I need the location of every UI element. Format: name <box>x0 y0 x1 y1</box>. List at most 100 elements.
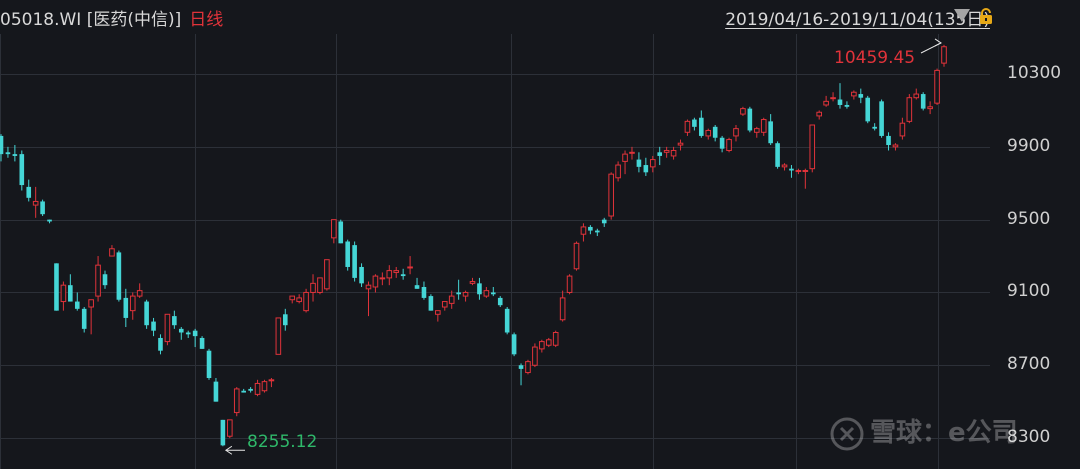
low-price-label: 8255.12 <box>247 432 318 452</box>
candlestick-chart[interactable] <box>0 0 1080 469</box>
candle-body-up <box>809 124 816 170</box>
candle-body-down <box>872 126 877 129</box>
candle-body-up <box>552 331 559 346</box>
candle-body-up <box>441 301 448 308</box>
candle-body-down <box>504 308 510 333</box>
lock-icon[interactable] <box>978 8 994 24</box>
candle-body-down <box>477 283 482 295</box>
candle-body-down <box>400 274 406 277</box>
candle-body-up <box>310 282 316 293</box>
candle-body-up <box>580 226 587 235</box>
dropdown-triangle-icon[interactable] <box>954 9 970 22</box>
candle-body-up <box>386 270 393 279</box>
candle-body-up <box>753 128 760 133</box>
candle-body-down <box>68 285 73 302</box>
candle-body-down <box>886 135 891 146</box>
candle-body-up <box>566 275 573 293</box>
candle-body-up <box>559 297 566 321</box>
candle-body-up <box>129 295 136 312</box>
candle-body-down <box>206 350 212 378</box>
candle-body-up <box>275 317 282 355</box>
candle-body-down <box>47 219 52 222</box>
candle-body-up <box>573 242 580 270</box>
candle-body-up <box>851 91 857 97</box>
candle-body-up <box>830 97 836 100</box>
candle-body-down <box>178 328 184 333</box>
candle-body-up <box>289 295 296 301</box>
candle-body-up <box>705 129 712 137</box>
candle-body-up <box>136 290 143 297</box>
timeframe-label[interactable]: 日线 <box>189 10 223 30</box>
candle-body-down <box>844 104 850 107</box>
candle-body-down <box>692 119 697 127</box>
candle-body-down <box>282 314 288 326</box>
candle-body-up <box>317 277 323 293</box>
candle-body-down <box>248 388 253 391</box>
candle-body-up <box>303 291 309 312</box>
candle-body-down <box>428 296 434 311</box>
candle-body-up <box>95 264 101 297</box>
y-tick-label: 9100 <box>1007 281 1051 302</box>
candle-body-down <box>352 245 357 278</box>
candle-body-up <box>60 284 67 303</box>
candle-body-up <box>331 219 337 239</box>
candle-body-down <box>81 308 87 329</box>
candle-body-down <box>657 152 663 156</box>
candle-body-down <box>920 94 926 109</box>
candle-body-down <box>74 301 80 309</box>
candle-body-up <box>629 151 635 154</box>
candle-body-up <box>823 100 829 106</box>
candle-body-up <box>795 170 802 173</box>
candle-body-down <box>456 292 461 295</box>
candle-body-up <box>227 419 233 437</box>
candle-body-down <box>0 135 4 155</box>
candle-body-up <box>663 149 670 153</box>
candle-body-up <box>892 144 899 148</box>
candle-body-down <box>775 143 780 167</box>
candle-body-down <box>199 337 205 349</box>
candle-body-up <box>733 128 739 137</box>
candle-body-down <box>213 381 219 402</box>
instrument-code-name: 05018.WI [医药(中信)] <box>0 10 182 30</box>
candle-body-up <box>261 381 268 392</box>
candle-body-up <box>941 46 947 64</box>
candle-body-down <box>837 99 843 105</box>
candle-body-down <box>158 337 163 351</box>
candle-body-up <box>393 270 400 273</box>
candle-body-up <box>934 69 940 104</box>
candle-body-up <box>532 346 538 366</box>
watermark: 雪球：e公司 <box>830 412 1060 452</box>
candle-body-down <box>421 286 427 298</box>
candle-body-down <box>19 154 25 186</box>
candle-body-up <box>469 281 476 284</box>
date-range-label[interactable]: 2019/04/16-2019/11/04(135日) <box>725 5 990 30</box>
y-tick-label: 8700 <box>1007 354 1051 375</box>
candle-body-down <box>241 390 246 393</box>
candle-body-down <box>54 263 59 311</box>
candle-body-up <box>684 120 691 133</box>
y-tick-label: 10300 <box>1007 63 1062 84</box>
candle-body-up <box>448 295 455 304</box>
candle-body-down <box>192 330 198 337</box>
candle-body-down <box>26 186 32 198</box>
candle-body-down <box>40 201 45 215</box>
candle-body-up <box>677 142 684 146</box>
candle-body-down <box>595 230 600 233</box>
candle-body-up <box>372 275 379 288</box>
candle-body-down <box>636 159 642 167</box>
candle-body-down <box>123 297 129 318</box>
candle-body-down <box>789 168 794 171</box>
candle-body-down <box>511 334 517 355</box>
candle-body-up <box>268 379 275 382</box>
candle-body-down <box>879 101 884 136</box>
candle-body-down <box>414 285 420 289</box>
candle-body-up <box>407 266 413 269</box>
candle-body-up <box>816 111 822 117</box>
candle-body-up <box>622 153 628 162</box>
candle-body-up <box>927 106 933 110</box>
candle-body-down <box>144 301 149 326</box>
high-price-label: 10459.45 <box>834 48 916 68</box>
candle-body-up <box>233 388 240 414</box>
candle-body-up <box>649 159 656 168</box>
xueqiu-logo-icon <box>830 417 864 450</box>
